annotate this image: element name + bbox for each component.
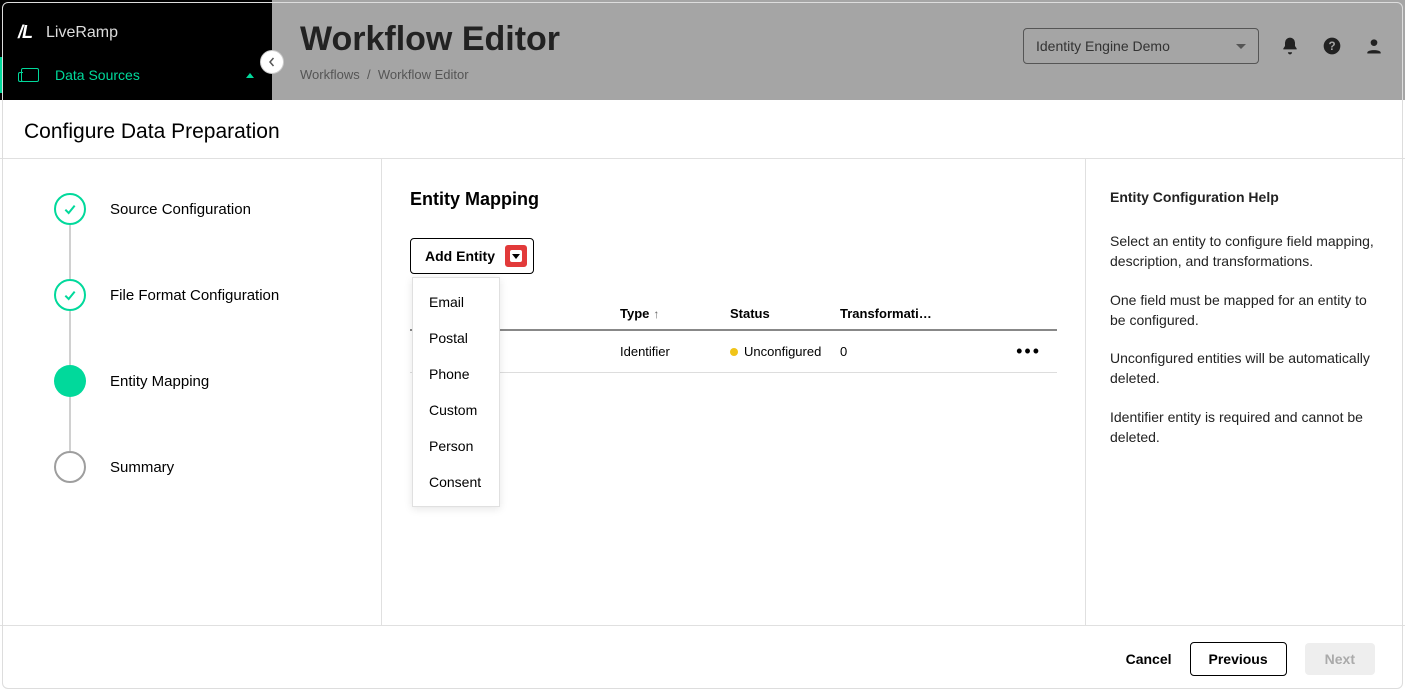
chevron-up-icon (246, 73, 254, 78)
add-entity-dropdown: Email Postal Phone Custom Person Consent (412, 277, 500, 507)
notifications-icon[interactable] (1279, 35, 1301, 57)
stepper: Source Configuration File Format Configu… (0, 159, 382, 626)
breadcrumb-root[interactable]: Workflows (300, 67, 360, 82)
modal-title: Configure Data Preparation (24, 120, 1381, 144)
dropdown-option-person[interactable]: Person (413, 428, 499, 464)
help-icon[interactable]: ? (1321, 35, 1343, 57)
dropdown-option-postal[interactable]: Postal (413, 320, 499, 356)
modal-body: Source Configuration File Format Configu… (0, 159, 1405, 626)
top-region: /L LiveRamp Data Sources Workflow Editor… (0, 0, 1405, 100)
main-panel: Entity Mapping Add Entity Email Postal P… (382, 159, 1085, 626)
help-text: Identifier entity is required and cannot… (1110, 407, 1377, 448)
help-text: One field must be mapped for an entity t… (1110, 290, 1377, 331)
brand-name: LiveRamp (46, 24, 118, 42)
data-sources-icon (21, 68, 39, 82)
col-transformations[interactable]: Transformati… (840, 306, 936, 321)
help-text: Select an entity to configure field mapp… (1110, 231, 1377, 272)
col-type[interactable]: Type↑ (620, 306, 730, 321)
header: Workflow Editor Workflows / Workflow Edi… (300, 20, 1385, 82)
row-actions-menu[interactable]: ••• (936, 341, 1057, 362)
brand-mark: /L (18, 22, 32, 43)
step-todo-icon (54, 451, 86, 483)
sidebar-item-data-sources[interactable]: Data Sources (0, 57, 272, 93)
step-done-icon (54, 193, 86, 225)
help-panel: Entity Configuration Help Select an enti… (1085, 159, 1405, 626)
collapse-sidebar-button[interactable] (260, 50, 284, 74)
sort-asc-icon: ↑ (653, 307, 659, 321)
previous-button[interactable]: Previous (1190, 642, 1287, 676)
step-current-icon (54, 365, 86, 397)
next-button: Next (1305, 643, 1375, 675)
breadcrumb-current: Workflow Editor (378, 67, 469, 82)
status-dot-icon (730, 348, 738, 356)
svg-text:?: ? (1328, 40, 1335, 53)
dropdown-option-consent[interactable]: Consent (413, 464, 499, 500)
modal-header: Configure Data Preparation (0, 100, 1405, 159)
entity-table: E Type↑ Status Transformati… C Identifie… (410, 298, 1057, 373)
sidebar: /L LiveRamp Data Sources (0, 0, 272, 100)
dropdown-caret-highlight (505, 245, 527, 267)
breadcrumb: Workflows / Workflow Editor (300, 67, 560, 82)
step-source-configuration[interactable]: Source Configuration (54, 193, 357, 225)
chevron-left-icon (267, 57, 277, 67)
table-header: E Type↑ Status Transformati… (410, 298, 1057, 331)
col-status[interactable]: Status (730, 306, 840, 321)
help-title: Entity Configuration Help (1110, 189, 1377, 205)
dropdown-option-custom[interactable]: Custom (413, 392, 499, 428)
brand: /L LiveRamp (0, 0, 272, 57)
org-selector-value: Identity Engine Demo (1036, 38, 1170, 54)
cancel-button[interactable]: Cancel (1126, 651, 1172, 667)
table-row[interactable]: C Identifier Unconfigured 0 ••• (410, 331, 1057, 373)
sidebar-item-label: Data Sources (55, 67, 230, 83)
help-text: Unconfigured entities will be automatica… (1110, 348, 1377, 389)
step-summary[interactable]: Summary (54, 451, 357, 483)
step-file-format-configuration[interactable]: File Format Configuration (54, 279, 357, 311)
step-entity-mapping[interactable]: Entity Mapping (54, 365, 357, 397)
add-entity-button[interactable]: Add Entity (410, 238, 534, 274)
section-title: Entity Mapping (410, 189, 1057, 210)
dropdown-option-email[interactable]: Email (413, 284, 499, 320)
step-done-icon (54, 279, 86, 311)
dropdown-option-phone[interactable]: Phone (413, 356, 499, 392)
page-heading: Workflow Editor (300, 20, 560, 59)
org-selector[interactable]: Identity Engine Demo (1023, 28, 1259, 64)
account-icon[interactable] (1363, 35, 1385, 57)
caret-down-icon (1236, 44, 1246, 49)
modal-footer: Cancel Previous Next (0, 625, 1405, 691)
